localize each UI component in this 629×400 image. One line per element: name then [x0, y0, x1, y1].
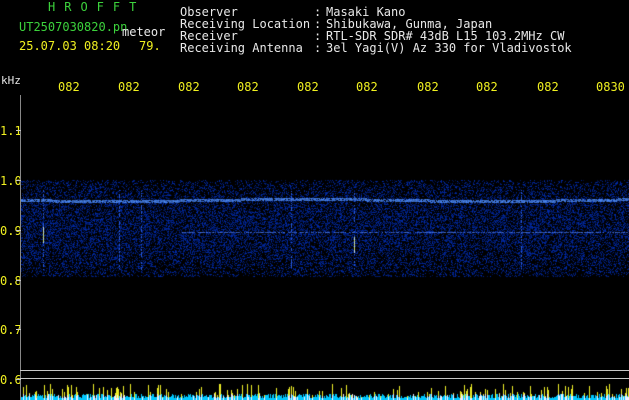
antenna-value: 3el Yagi(V) Az 330 for Vladivostok: [326, 41, 572, 55]
antenna-label: Receiving Antenna: [180, 41, 303, 55]
y-gridtick: [16, 130, 21, 131]
y-tick-0-7: 0.7: [0, 323, 22, 337]
x-tick-7: 082: [417, 80, 439, 94]
y-tick-1-1: 1.1: [0, 124, 22, 138]
x-tick-10: 0830: [596, 80, 625, 94]
antenna-sep: :: [314, 41, 322, 55]
app-brand: HROFFT: [48, 0, 146, 14]
x-tick-1: 082: [58, 80, 80, 94]
x-tick-5: 082: [297, 80, 319, 94]
baseline-upper: [20, 370, 629, 371]
x-tick-8: 082: [476, 80, 498, 94]
y-gridtick: [16, 379, 21, 380]
meteor-label: meteor: [122, 25, 166, 39]
x-tick-4: 082: [237, 80, 259, 94]
spectrogram-canvas: [21, 95, 629, 400]
meteor-count: 79.: [139, 39, 161, 53]
image-filename: UT2507030820.pn: [19, 20, 128, 34]
y-tick-0-6: 0.6: [0, 373, 22, 387]
x-tick-6: 082: [356, 80, 378, 94]
capture-datetime: 25.07.03 08:20: [19, 39, 121, 53]
y-gridtick: [16, 329, 21, 330]
y-tick-1-0: 1.0: [0, 174, 22, 188]
y-gridtick: [16, 280, 21, 281]
y-axis-unit: kHz: [1, 74, 21, 87]
baseline-lower: [20, 378, 629, 379]
y-gridtick: [16, 230, 21, 231]
y-tick-0-8: 0.8: [0, 274, 22, 288]
y-gridtick: [16, 180, 21, 181]
y-tick-0-9: 0.9: [0, 224, 22, 238]
x-tick-3: 082: [178, 80, 200, 94]
x-tick-9: 082: [537, 80, 559, 94]
x-tick-2: 082: [118, 80, 140, 94]
